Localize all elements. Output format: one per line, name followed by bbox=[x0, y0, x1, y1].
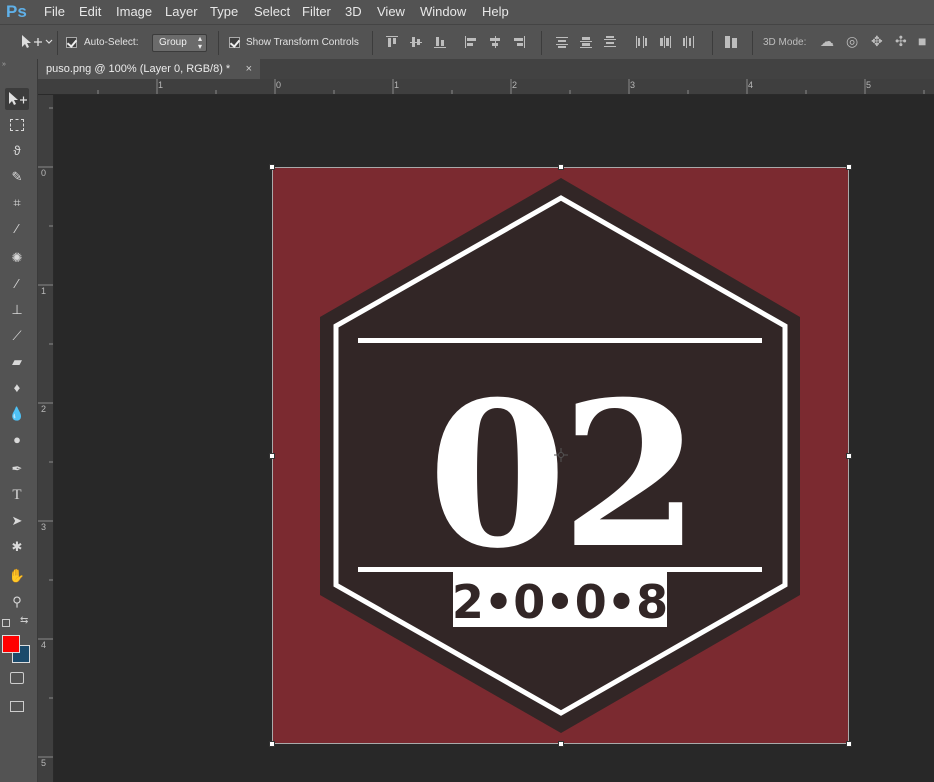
distribute-hcenter-icon[interactable] bbox=[659, 36, 671, 48]
group-value: Group bbox=[159, 37, 187, 48]
align-left-icon[interactable] bbox=[465, 36, 477, 48]
brush-icon[interactable]: ⁄ bbox=[5, 273, 29, 295]
transform-handle-top-right[interactable] bbox=[846, 164, 852, 170]
document-title: puso.png @ 100% (Layer 0, RGB/8) * bbox=[46, 63, 231, 75]
close-tab-icon[interactable]: × bbox=[246, 59, 252, 79]
type-icon[interactable]: T bbox=[5, 484, 29, 506]
eraser-icon[interactable]: ▰ bbox=[5, 351, 29, 373]
3d-drag-icon[interactable]: ✥ bbox=[871, 33, 883, 50]
menu-select[interactable]: Select bbox=[254, 4, 290, 19]
spot-healing-icon[interactable]: ✺ bbox=[5, 247, 29, 269]
toolbar-collapse-icon[interactable]: » bbox=[2, 61, 6, 68]
transform-handle-right[interactable] bbox=[846, 453, 852, 459]
document-tab[interactable]: puso.png @ 100% (Layer 0, RGB/8) * × bbox=[38, 59, 260, 79]
show-transform-label: Show Transform Controls bbox=[246, 37, 359, 48]
transform-handle-bottom[interactable] bbox=[558, 741, 564, 747]
menu-window[interactable]: Window bbox=[420, 4, 466, 19]
crop-icon[interactable]: ⌗ bbox=[5, 192, 29, 214]
move-tool-preset-icon[interactable] bbox=[20, 34, 54, 50]
align-vcenter-icon[interactable] bbox=[410, 36, 422, 48]
align-top-icon[interactable] bbox=[386, 36, 398, 48]
document-tab-bar: puso.png @ 100% (Layer 0, RGB/8) * × bbox=[38, 59, 934, 79]
transform-handle-top[interactable] bbox=[558, 164, 564, 170]
menu-view[interactable]: View bbox=[377, 4, 405, 19]
horizontal-ruler[interactable]: 1 0 1 2 3 4 5 bbox=[38, 79, 934, 95]
menu-type[interactable]: Type bbox=[210, 4, 238, 19]
default-colors-icon[interactable] bbox=[2, 619, 10, 627]
top-rule bbox=[358, 338, 762, 343]
transform-handle-bottom-left[interactable] bbox=[269, 741, 275, 747]
menu-layer[interactable]: Layer bbox=[165, 4, 198, 19]
year-text: 2•0•0•8 bbox=[452, 575, 668, 629]
distribute-bottom-icon[interactable] bbox=[604, 36, 616, 48]
auto-select-target-dropdown[interactable]: Group ▴ ▾ bbox=[152, 34, 207, 52]
distribute-right-icon[interactable] bbox=[683, 36, 695, 48]
3d-roll-icon[interactable]: ◎ bbox=[846, 33, 858, 50]
move-tool-icon[interactable] bbox=[5, 88, 29, 110]
transform-handle-bottom-right[interactable] bbox=[846, 741, 852, 747]
align-bottom-icon[interactable] bbox=[434, 36, 446, 48]
distribute-top-icon[interactable] bbox=[556, 36, 568, 48]
distribute-vcenter-icon[interactable] bbox=[580, 36, 592, 48]
foreground-color-swatch[interactable] bbox=[2, 635, 20, 653]
clone-stamp-icon[interactable]: ⊥ bbox=[5, 299, 29, 321]
rectangular-marquee-icon[interactable] bbox=[5, 114, 29, 136]
path-selection-icon[interactable]: ➤ bbox=[5, 510, 29, 532]
3d-scale-icon[interactable]: ■ bbox=[918, 33, 926, 49]
photoshop-logo: Ps bbox=[6, 2, 27, 21]
transform-handle-left[interactable] bbox=[269, 453, 275, 459]
reference-point-icon[interactable] bbox=[554, 448, 568, 462]
custom-shape-icon[interactable]: ✱ bbox=[5, 536, 29, 558]
pen-icon[interactable]: ✒ bbox=[5, 458, 29, 480]
auto-align-layers-icon[interactable] bbox=[725, 36, 737, 48]
blur-icon[interactable]: 💧 bbox=[5, 403, 29, 425]
updown-arrows-icon: ▴ ▾ bbox=[197, 34, 202, 51]
hand-icon[interactable]: ✋ bbox=[5, 565, 29, 587]
3d-rotate-icon[interactable]: ☁ bbox=[820, 33, 834, 50]
screen-mode-icon[interactable] bbox=[5, 695, 29, 717]
transform-handle-top-left[interactable] bbox=[269, 164, 275, 170]
history-brush-icon[interactable]: ⟋ bbox=[5, 325, 29, 347]
3d-slide-icon[interactable]: ✣ bbox=[895, 33, 907, 50]
quick-selection-icon[interactable]: ✎ bbox=[5, 166, 29, 188]
menu-image[interactable]: Image bbox=[116, 4, 152, 19]
vertical-ruler[interactable]: 0 1 2 3 4 5 bbox=[38, 95, 54, 782]
menu-help[interactable]: Help bbox=[482, 4, 509, 19]
eyedropper-icon[interactable]: ⁄ bbox=[5, 218, 29, 240]
menu-bar: Ps File Edit Image Layer Type Select Fil… bbox=[0, 0, 934, 24]
options-bar: Auto-Select: Group ▴ ▾ Show Transform Con… bbox=[0, 24, 934, 60]
tools-panel: » ϑ ✎ ⌗ ⁄ ✺ ⁄ ⊥ ⟋ ▰ ♦ 💧 ● ✒ T ➤ ✱ ✋ ⚲ ⇆ bbox=[0, 59, 38, 782]
menu-3d[interactable]: 3D bbox=[345, 4, 362, 19]
paint-bucket-icon[interactable]: ♦ bbox=[5, 377, 29, 399]
quick-mask-icon[interactable] bbox=[5, 667, 29, 689]
menu-file[interactable]: File bbox=[44, 4, 65, 19]
swap-colors-icon[interactable]: ⇆ bbox=[20, 615, 28, 626]
dodge-icon[interactable]: ● bbox=[5, 429, 29, 451]
distribute-left-icon[interactable] bbox=[635, 36, 647, 48]
menu-edit[interactable]: Edit bbox=[79, 4, 101, 19]
lasso-icon[interactable]: ϑ bbox=[5, 140, 29, 162]
zoom-icon[interactable]: ⚲ bbox=[5, 591, 29, 613]
auto-select-label: Auto-Select: bbox=[84, 37, 139, 48]
3d-mode-label: 3D Mode: bbox=[763, 37, 807, 48]
align-right-icon[interactable] bbox=[513, 36, 525, 48]
show-transform-checkbox[interactable] bbox=[229, 37, 240, 48]
big-number-text: 02 bbox=[428, 358, 694, 593]
menu-filter[interactable]: Filter bbox=[302, 4, 331, 19]
align-hcenter-icon[interactable] bbox=[489, 36, 501, 48]
auto-select-checkbox[interactable] bbox=[66, 37, 77, 48]
